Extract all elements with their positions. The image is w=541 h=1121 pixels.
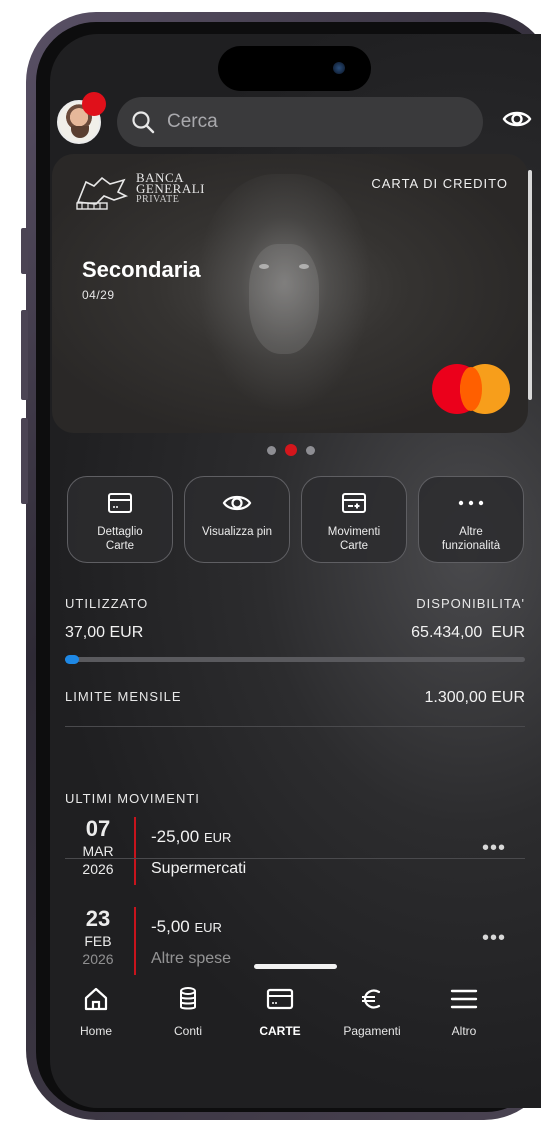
more-options-icon[interactable]: •••: [482, 927, 506, 950]
tab-carte-label: CARTE: [259, 1024, 301, 1038]
stats-values-row: 37,00 EUR 65.434,00 EUR: [65, 624, 525, 642]
mastercard-logo-icon: [432, 364, 512, 414]
movement-amount-value: -25,00: [151, 827, 200, 846]
quick-actions: Dettaglio Carte Visualizza pin Movimenti…: [67, 476, 524, 563]
volume-down-button: [21, 418, 28, 504]
carousel-dots: [267, 444, 315, 456]
available-value: 65.434,00 EUR: [411, 624, 525, 641]
movement-description: Altre spese: [151, 950, 232, 967]
card-transactions-button[interactable]: Movimenti Carte: [301, 476, 407, 563]
notification-badge: [82, 92, 106, 116]
view-pin-label: Visualizza pin: [201, 526, 273, 538]
movement-month: FEB: [84, 933, 112, 949]
menu-icon: [450, 982, 478, 1016]
movement-amount-value: -5,00: [151, 917, 190, 936]
credit-card[interactable]: BANCA GENERALI PRIVATE CARTA DI CREDITO …: [52, 154, 528, 433]
coins-icon: [177, 982, 199, 1016]
lion-eye-left: [259, 264, 269, 269]
lion-face: [249, 244, 319, 354]
bank-logo: BANCA GENERALI PRIVATE: [74, 171, 205, 212]
lion-logo-icon: [76, 176, 129, 210]
carousel-dot-active[interactable]: [285, 444, 297, 456]
eye-icon: [222, 491, 252, 515]
movement-date: 07 MAR 2026: [65, 817, 131, 878]
eye-icon[interactable]: [502, 108, 532, 135]
bank-name-line2: GENERALI: [136, 181, 205, 196]
movements-title: ULTIMI MOVIMENTI: [65, 791, 200, 806]
tab-pagamenti[interactable]: Pagamenti: [326, 978, 418, 1048]
card-name: Secondaria: [82, 257, 201, 282]
monthly-limit-value: 1.300,00 EUR: [424, 689, 525, 706]
carousel-dot[interactable]: [267, 445, 276, 455]
monthly-limit-row: LIMITE MENSILE 1.300,00 EUR: [65, 689, 525, 707]
movement-date: 23 FEB 2026: [65, 907, 131, 968]
usage-progress-bar: [65, 655, 525, 664]
lion-eye-right: [299, 264, 309, 269]
tab-altro[interactable]: Altro: [418, 978, 510, 1048]
movements-divider: [65, 858, 525, 859]
tab-home[interactable]: Home: [50, 978, 142, 1048]
search-icon: [131, 110, 155, 134]
more-functions-label: Altre funzionalità: [441, 526, 501, 552]
usage-progress-fill: [65, 655, 79, 664]
app-screen: BANCA GENERALI PRIVATE CARTA DI CREDITO …: [50, 34, 541, 1108]
tab-pagamenti-label: Pagamenti: [343, 1024, 401, 1038]
euro-icon: [359, 982, 385, 1016]
tab-conti[interactable]: Conti: [142, 978, 234, 1048]
dynamic-island: [218, 46, 371, 91]
card-detail-icon: [107, 491, 133, 515]
lion-image: [197, 174, 372, 414]
top-bar: [50, 92, 541, 148]
more-functions-button[interactable]: Altre funzionalità: [418, 476, 524, 563]
monthly-limit-label: LIMITE MENSILE: [65, 689, 182, 704]
card-icon: [266, 982, 294, 1016]
movement-description: Supermercati: [151, 860, 247, 877]
carousel-dot[interactable]: [306, 445, 315, 455]
volume-up-button: [21, 310, 28, 400]
camera-icon: [333, 62, 345, 74]
used-label: UTILIZZATO: [65, 596, 149, 611]
tab-carte[interactable]: CARTE: [234, 978, 326, 1048]
search-input[interactable]: [167, 111, 447, 133]
next-card-edge[interactable]: [528, 170, 532, 400]
card-detail-label: Dettaglio Carte: [97, 526, 143, 552]
card-expiry: 04/29: [82, 288, 115, 302]
stats-labels-row: UTILIZZATO DISPONIBILITA': [65, 596, 525, 611]
movement-day: 23: [85, 906, 111, 931]
view-pin-button[interactable]: Visualizza pin: [184, 476, 290, 563]
avatar-beard: [71, 126, 89, 138]
movement-currency: EUR: [194, 920, 222, 935]
movement-amount: -5,00 EUR: [151, 917, 222, 937]
used-value: 37,00 EUR: [65, 624, 144, 641]
search-bar[interactable]: [117, 97, 483, 147]
card-detail-button[interactable]: Dettaglio Carte: [67, 476, 173, 563]
movement-currency: EUR: [203, 830, 232, 845]
tab-home-label: Home: [79, 1024, 112, 1038]
movement-row[interactable]: 23 FEB 2026 -5,00 EUR Altre spese •••: [65, 907, 525, 987]
card-transactions-icon: [341, 491, 367, 515]
movement-year: 2026: [82, 951, 114, 967]
home-icon: [82, 982, 110, 1016]
bank-logo-text: BANCA GENERALI PRIVATE: [136, 171, 205, 205]
card-transactions-label: Movimenti Carte: [327, 526, 381, 552]
available-label: DISPONIBILITA': [416, 596, 525, 611]
movement-amount: -25,00 EUR: [151, 827, 231, 847]
movement-year: 2026: [82, 861, 114, 877]
home-indicator: [254, 964, 337, 969]
mute-switch: [21, 228, 28, 274]
tab-bar: Home Conti CARTE Pagamenti Altro: [50, 978, 541, 1048]
tab-conti-label: Conti: [173, 1024, 202, 1038]
tab-altro-label: Altro: [451, 1024, 477, 1038]
movement-marker: [134, 907, 136, 975]
movement-marker: [134, 817, 136, 885]
divider: [65, 726, 525, 727]
more-options-icon[interactable]: •••: [482, 837, 506, 860]
mastercard-overlap: [460, 367, 482, 411]
card-type: CARTA DI CREDITO: [371, 176, 508, 191]
movement-row[interactable]: 07 MAR 2026 -25,00 EUR Supermercati •••: [65, 817, 525, 897]
movement-day: 07: [85, 816, 111, 841]
more-dots-icon: [456, 491, 486, 515]
